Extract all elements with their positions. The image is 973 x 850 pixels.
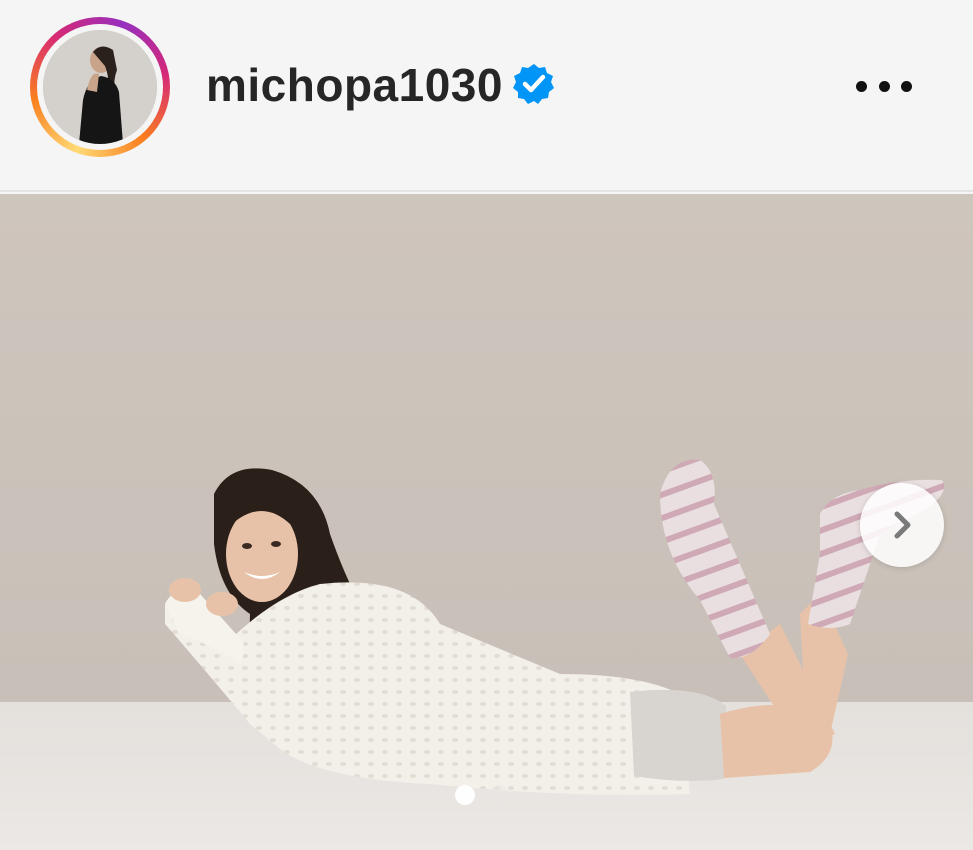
chevron-right-icon — [894, 511, 911, 539]
carousel-dot-active — [455, 785, 475, 805]
post-image[interactable] — [0, 194, 973, 850]
carousel-dot — [489, 785, 509, 805]
avatar[interactable] — [43, 30, 157, 144]
post-header: michopa1030 — [0, 0, 973, 192]
carousel-indicator — [455, 784, 515, 806]
verified-badge-icon — [513, 64, 554, 104]
username[interactable]: michopa1030 — [206, 55, 503, 115]
more-options-icon[interactable] — [852, 66, 916, 106]
story-ring[interactable] — [30, 17, 170, 157]
avatar-photo — [43, 30, 157, 144]
post-photo — [0, 194, 973, 850]
carousel-next-button[interactable] — [860, 483, 944, 567]
